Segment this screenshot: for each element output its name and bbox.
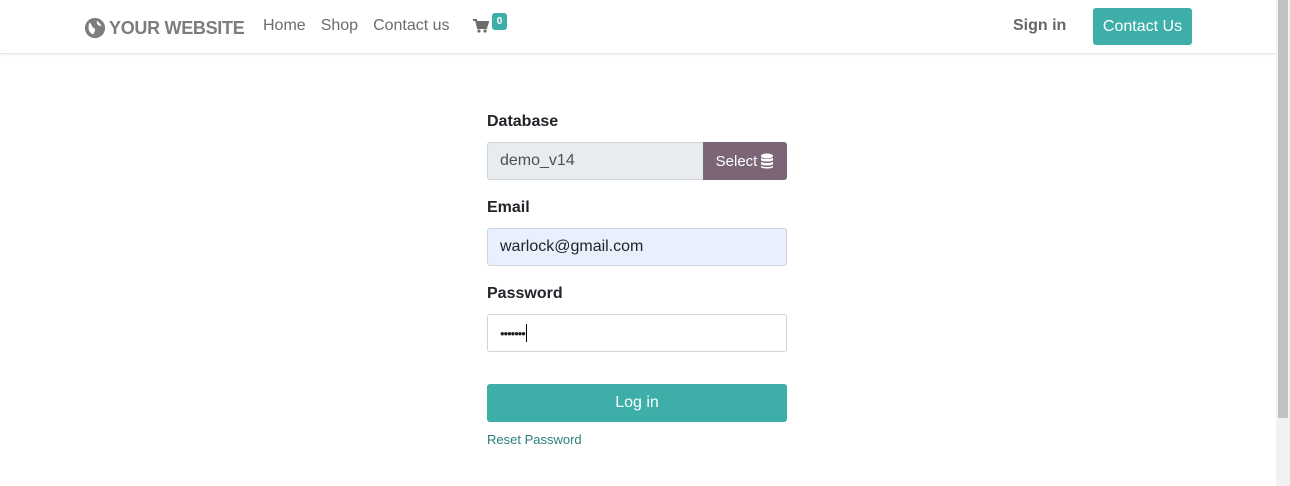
cart-link[interactable]: 0: [473, 13, 513, 41]
login-button[interactable]: Log in: [487, 384, 787, 422]
password-value: •••••••: [500, 325, 526, 341]
site-logo[interactable]: YOUR WEBSITE: [84, 12, 245, 44]
nav-contact-link[interactable]: Contact us: [373, 17, 449, 35]
nav-shop-link[interactable]: Shop: [321, 17, 358, 35]
logo-text: YOUR WEBSITE: [109, 17, 245, 38]
text-cursor: [525, 324, 527, 342]
main-nav: Home Shop Contact us: [263, 17, 465, 35]
shopping-cart-icon: [473, 19, 489, 33]
page-scrollbar[interactable]: [1276, 0, 1290, 486]
database-field: demo_v14: [487, 142, 703, 180]
login-form: Database demo_v14 Select Email warlock@g…: [487, 112, 787, 447]
header: YOUR WEBSITE Home Shop Contact us 0 Sign…: [0, 0, 1276, 54]
email-value: warlock@gmail.com: [500, 238, 644, 255]
nav-home-link[interactable]: Home: [263, 17, 306, 35]
database-row: demo_v14 Select: [487, 142, 787, 180]
password-input[interactable]: •••••••: [487, 314, 787, 352]
sign-in-link[interactable]: Sign in: [1013, 17, 1066, 35]
reset-password-link[interactable]: Reset Password: [487, 432, 787, 447]
email-label: Email: [487, 199, 530, 216]
password-label: Password: [487, 285, 563, 302]
scrollbar-thumb[interactable]: [1278, 0, 1288, 418]
email-input[interactable]: warlock@gmail.com: [487, 228, 787, 266]
globe-icon: [84, 17, 106, 39]
cart-count-badge: 0: [492, 13, 507, 30]
contact-us-button[interactable]: Contact Us: [1093, 8, 1192, 45]
database-icon: [761, 153, 774, 169]
select-database-button[interactable]: Select: [703, 142, 787, 180]
database-label: Database: [487, 113, 559, 130]
select-button-label: Select: [715, 152, 758, 170]
